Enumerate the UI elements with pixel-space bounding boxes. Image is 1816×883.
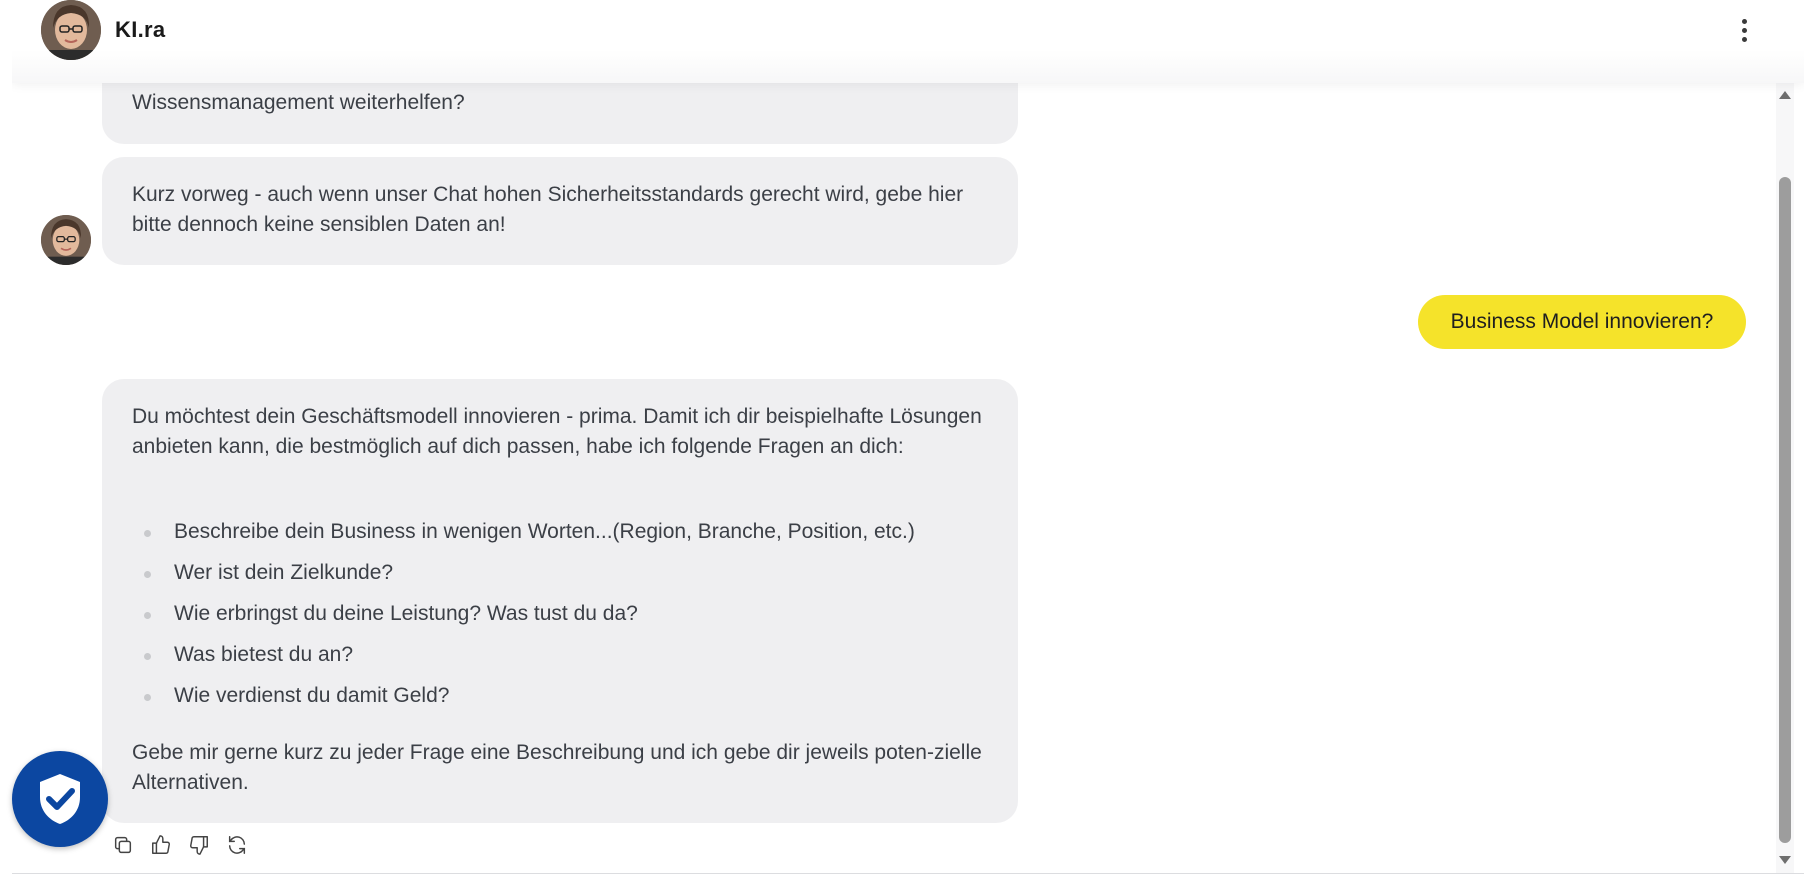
scroll-down-arrow-icon[interactable] xyxy=(1779,856,1791,864)
chat-window: KI.ra Wissensmanagement weiterhelfen? Ku… xyxy=(12,0,1804,874)
reply-outro: Gebe mir gerne kurz zu jeder Frage eine … xyxy=(132,741,982,794)
copy-icon[interactable] xyxy=(112,834,134,856)
message-actions xyxy=(112,834,248,856)
chat-title: KI.ra xyxy=(115,17,166,42)
reply-intro: Du möchtest dein Geschäftsmodell innovie… xyxy=(132,405,982,458)
list-item: Wer ist dein Zielkunde? xyxy=(132,558,915,599)
message-text: Kurz vorweg - auch wenn unser Chat hohen… xyxy=(132,183,964,236)
question-list: Beschreibe dein Business in wenigen Wort… xyxy=(132,517,915,722)
chat-header: KI.ra xyxy=(12,0,1804,83)
scrollbar-thumb[interactable] xyxy=(1779,177,1791,843)
list-item: Beschreibe dein Business in wenigen Wort… xyxy=(132,517,915,558)
assistant-message-notice: Kurz vorweg - auch wenn unser Chat hohen… xyxy=(102,157,1018,265)
list-item: Wie verdienst du damit Geld? xyxy=(132,681,915,722)
message-text: Business Model innovieren? xyxy=(1450,310,1714,333)
regenerate-icon[interactable] xyxy=(226,834,248,856)
assistant-avatar xyxy=(41,0,101,60)
assistant-message-reply: Du möchtest dein Geschäftsmodell innovie… xyxy=(102,379,1018,823)
list-item: Was bietest du an? xyxy=(132,640,915,681)
scroll-up-arrow-icon[interactable] xyxy=(1779,91,1791,99)
user-message: Business Model innovieren? xyxy=(1418,295,1746,349)
list-item: Wie erbringst du deine Leistung? Was tus… xyxy=(132,599,915,640)
thumbs-down-icon[interactable] xyxy=(188,834,210,856)
shield-check-icon xyxy=(40,774,80,824)
security-shield-button[interactable] xyxy=(12,751,108,847)
message-text: Wissensmanagement weiterhelfen? xyxy=(132,91,465,114)
assistant-message-avatar xyxy=(41,215,91,265)
kebab-menu-icon[interactable] xyxy=(1732,14,1756,46)
thumbs-up-icon[interactable] xyxy=(150,834,172,856)
